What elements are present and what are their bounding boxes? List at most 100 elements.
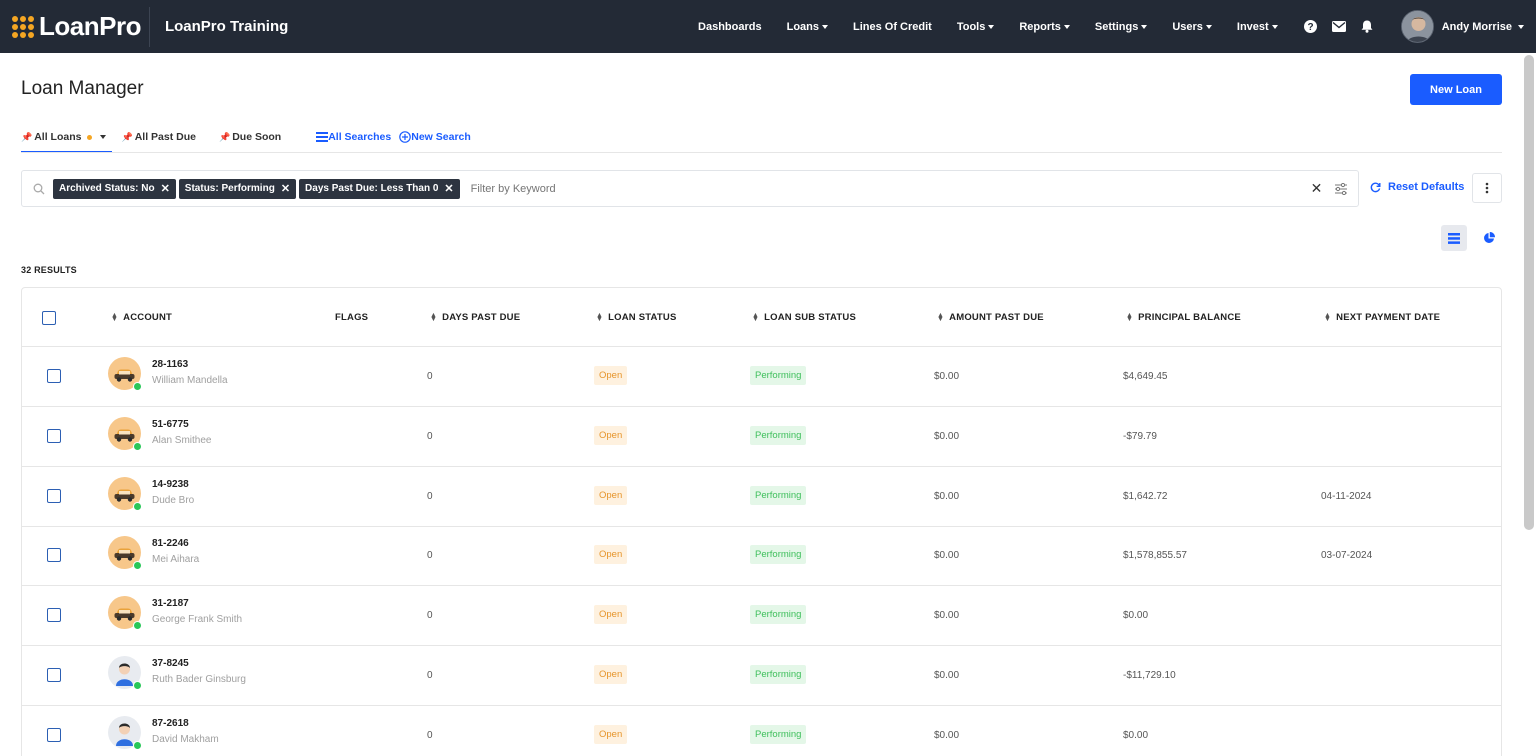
online-status-dot [133, 740, 142, 750]
table-row[interactable]: 31-2187 George Frank Smith 0 Open Performing… [22, 586, 1501, 647]
select-all-checkbox[interactable] [42, 311, 56, 325]
nav-settings[interactable]: Settings [1095, 21, 1148, 33]
bell-icon[interactable] [1359, 19, 1375, 35]
saved-search-tabs: 📌 All Loans 📌 All Past Due 📌 Due Soon Al… [21, 122, 471, 153]
page-scrollbar[interactable] [1524, 55, 1534, 530]
table-row[interactable]: 14-9238 Dude Bro 0 Open Performing $0.00 $1,64… [22, 467, 1501, 527]
logo[interactable]: LoanPro [12, 0, 141, 53]
column-header-amount-past-due[interactable]: ▲ ▼ AMOUNT PAST DUE [937, 311, 1044, 324]
row-checkbox[interactable] [47, 548, 61, 563]
pin-icon: 📌 [121, 131, 133, 142]
account-number[interactable]: 14-9238 [152, 479, 189, 490]
principal-balance-value: $1,578,855.57 [1123, 550, 1187, 562]
sort-icon: ▲ ▼ [1324, 311, 1332, 323]
customer-name[interactable]: Dude Bro [152, 495, 194, 506]
row-checkbox[interactable] [47, 428, 61, 443]
customer-name[interactable]: Mei Aihara [152, 554, 199, 565]
reset-defaults-button[interactable]: Reset Defaults [1370, 181, 1464, 193]
principal-balance-value: $4,649.45 [1123, 371, 1168, 382]
new-search-link[interactable]: New Search [399, 131, 471, 143]
tab-due-soon[interactable]: 📌 Due Soon [219, 122, 281, 152]
loan-sub-status-badge: Performing [750, 366, 807, 385]
amount-past-due-value: $0.00 [934, 550, 960, 562]
days-past-due-value: 0 [427, 430, 433, 442]
nav-users[interactable]: Users [1172, 21, 1212, 33]
amount-past-due-value: $0.00 [934, 371, 960, 382]
online-status-dot [133, 441, 142, 451]
sort-icon: ▲ ▼ [937, 311, 945, 323]
nav-tools[interactable]: Tools [957, 21, 995, 33]
chevron-down-icon [988, 24, 995, 29]
loan-status-badge: Open [594, 724, 628, 744]
principal-balance-value: -$79.79 [1123, 430, 1157, 442]
chart-view-button[interactable] [1478, 225, 1500, 251]
row-checkbox[interactable] [47, 608, 61, 623]
chevron-down-icon[interactable] [100, 135, 107, 139]
chevron-down-icon [1205, 24, 1212, 29]
more-options-button[interactable] [1472, 173, 1502, 203]
new-loan-button[interactable]: New Loan [1410, 74, 1502, 105]
row-checkbox[interactable] [47, 727, 61, 742]
customer-name[interactable]: David Makham [152, 734, 219, 745]
close-icon[interactable]: ✕ [161, 182, 170, 195]
column-header-principal-balance[interactable]: ▲ ▼ PRINCIPAL BALANCE [1126, 312, 1241, 324]
filter-settings-icon[interactable] [1334, 182, 1348, 195]
principal-balance-value: -$11,729.10 [1123, 670, 1176, 681]
nav-invest[interactable]: Invest [1237, 21, 1278, 33]
page-title: Loan Manager [21, 78, 144, 99]
column-header-loan-status[interactable]: ▲ ▼ LOAN STATUS [596, 312, 676, 324]
account-number[interactable]: 51-6775 [152, 419, 189, 430]
customer-name[interactable]: William Mandella [152, 375, 228, 386]
account-number[interactable]: 28-1163 [152, 359, 188, 370]
next-payment-date-value: 04-11-2024 [1321, 490, 1372, 502]
table-row[interactable]: 37-8245 Ruth Bader Ginsburg 0 Open Performin… [22, 646, 1501, 706]
mail-icon[interactable] [1331, 19, 1347, 35]
row-checkbox[interactable] [47, 369, 61, 383]
all-searches-link[interactable]: All Searches [316, 131, 391, 143]
car-avatar-icon [108, 476, 142, 511]
column-header-account[interactable]: ▲ ▼ ACCOUNT [111, 311, 172, 324]
nav-loans[interactable]: Loans [787, 21, 828, 33]
table-row[interactable]: 81-2246 Mei Aihara 0 Open Performing $0.00 $1,… [22, 526, 1501, 587]
customer-name[interactable]: George Frank Smith [152, 614, 242, 625]
customer-name[interactable]: Alan Smithee [152, 435, 211, 446]
tab-all-past-due[interactable]: 📌 All Past Due [121, 122, 196, 152]
nav-lines-of-credit[interactable]: Lines Of Credit [853, 21, 932, 33]
pin-icon: 📌 [218, 131, 231, 142]
sort-icon: ▲ ▼ [111, 311, 119, 323]
account-number[interactable]: 37-8245 [152, 658, 189, 669]
table-row[interactable]: 51-6775 Alan Smithee 0 Open Performing $0.00 -… [22, 407, 1501, 467]
chevron-down-icon[interactable] [1518, 24, 1524, 29]
customer-name[interactable]: Ruth Bader Ginsburg [152, 674, 246, 685]
keyword-filter-input[interactable] [470, 182, 1291, 195]
list-view-button[interactable] [1441, 225, 1467, 251]
column-header-days-past-due[interactable]: ▲ ▼ DAYS PAST DUE [430, 312, 520, 324]
chevron-down-icon [1141, 24, 1148, 29]
logo-icon [12, 15, 34, 38]
close-icon[interactable]: ✕ [281, 182, 290, 195]
amount-past-due-value: $0.00 [934, 729, 960, 741]
account-number[interactable]: 31-2187 [152, 598, 189, 609]
pie-chart-icon [1484, 232, 1495, 243]
column-header-next-payment-date[interactable]: ▲ ▼ NEXT PAYMENT DATE [1324, 311, 1440, 324]
account-number[interactable]: 87-2618 [152, 718, 189, 729]
user-name[interactable]: Andy Morrise [1442, 21, 1512, 33]
tabs-divider [21, 152, 1502, 153]
filter-bar: Archived Status: No ✕ Status: Performing ✕… [21, 170, 1359, 207]
table-row[interactable]: 28-1163 William Mandella 0 Open Performing $0… [22, 347, 1501, 407]
user-avatar[interactable] [1400, 10, 1434, 43]
clear-icon[interactable]: ✕ [1311, 180, 1323, 197]
loan-status-badge: Open [594, 665, 628, 684]
row-checkbox[interactable] [47, 668, 61, 682]
tab-all-loans[interactable]: 📌 All Loans [21, 122, 113, 153]
row-checkbox[interactable] [47, 488, 61, 503]
close-icon[interactable]: ✕ [444, 182, 453, 195]
help-icon[interactable]: ? [1303, 19, 1319, 35]
chevron-down-icon [822, 24, 828, 29]
loan-sub-status-badge: Performing [750, 545, 807, 565]
table-row[interactable]: 87-2618 David Makham 0 Open Performing $0.00 $… [22, 706, 1501, 756]
column-header-loan-sub-status[interactable]: ▲ ▼ LOAN SUB STATUS [752, 312, 856, 324]
nav-reports[interactable]: Reports [1019, 21, 1070, 33]
nav-dashboards[interactable]: Dashboards [698, 21, 762, 33]
account-number[interactable]: 81-2246 [152, 538, 189, 549]
